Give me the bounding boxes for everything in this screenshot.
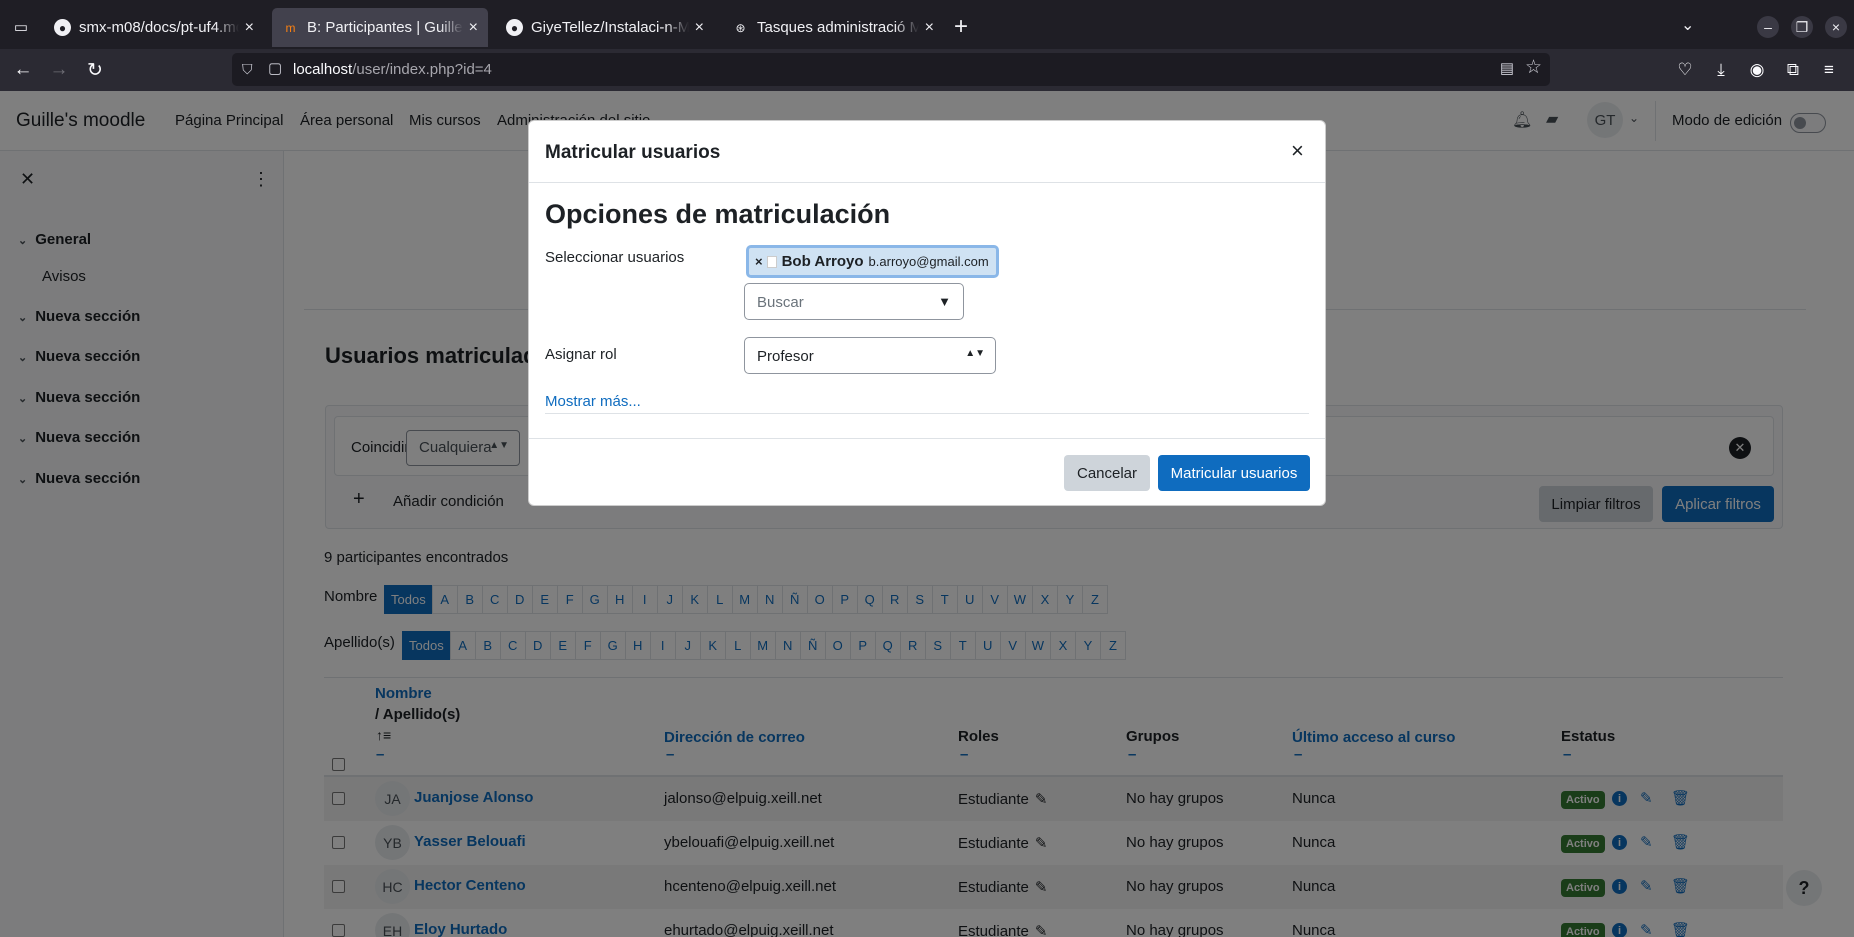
url-path: /user/index.php?id=4 [352,61,492,78]
enrol-options-heading: Opciones de matriculación [545,199,891,229]
menu-icon[interactable]: ≡ [1816,57,1842,83]
extensions-icon[interactable]: ⧉ [1780,57,1806,83]
selected-user-email: b.arroyo@gmail.com [868,254,989,269]
browser-nav-bar: ← → ↻ ⛉ ▢ localhost/user/index.php?id=4 … [0,49,1854,91]
show-more-link[interactable]: Mostrar más... [545,393,641,410]
page-icon[interactable]: ▢ [268,59,282,77]
bookmark-star-icon[interactable]: ☆ [1525,56,1542,79]
url-text[interactable]: localhost/user/index.php?id=4 [293,61,492,78]
reload-icon[interactable]: ↻ [82,57,108,83]
url-bar[interactable]: ⛉ ▢ localhost/user/index.php?id=4 ▤ ☆ [232,53,1550,86]
reader-view-icon[interactable]: ▤ [1500,59,1514,77]
dropdown-arrow-icon[interactable]: ▼ [938,294,951,309]
new-tab-button[interactable]: + [954,14,968,40]
search-placeholder: Buscar [757,294,804,311]
role-value: Profesor [757,348,814,365]
tab-title: B: Participantes | Guille's moodle [307,19,463,36]
modal-header: Matricular usuarios × [529,121,1325,183]
shield-icon[interactable]: ⛉ [242,61,253,78]
github-icon: ● [54,19,71,36]
moodle-icon: m [285,20,296,35]
url-host: localhost [293,61,353,78]
chevron-down-icon[interactable]: ⌄ [1681,15,1694,35]
modal-title: Matricular usuarios [545,142,721,163]
remove-user-icon[interactable]: × [755,254,763,269]
close-window-icon[interactable]: × [1825,16,1847,38]
github-icon: ● [506,19,523,36]
forward-icon[interactable]: → [46,57,72,83]
chatgpt-icon: ⊛ [735,20,746,35]
browser-tab-2[interactable]: m B: Participantes | Guille's moodle × [272,8,488,47]
minimize-icon[interactable]: – [1757,16,1779,38]
enrol-users-modal: Matricular usuarios × Opciones de matric… [528,120,1326,506]
user-picture-icon [766,255,777,268]
close-tab-icon[interactable]: × [245,19,254,37]
back-icon[interactable]: ← [10,57,36,83]
browser-tab-bar: ▭ ● smx-m08/docs/pt-uf4.md × m B: Partic… [0,0,1854,49]
divider [545,413,1309,414]
close-tab-icon[interactable]: × [925,19,934,37]
select-caret-icon: ▲▼ [965,348,985,359]
selected-user-chip[interactable]: × Bob Arroyo b.arroyo@gmail.com [746,245,999,278]
account-icon[interactable]: ◉ [1744,57,1770,83]
tab-title: GiyeTellez/Instalaci-n-Moodle [531,19,689,36]
tab-title: Tasques administració Moodle [757,19,919,36]
modal-footer: Cancelar Matricular usuarios [529,438,1325,505]
close-icon[interactable]: × [1291,138,1304,164]
browser-tab-4[interactable]: ⊛ Tasques administració Moodle × [722,8,944,47]
restore-icon[interactable]: ❐ [1791,16,1813,38]
download-icon[interactable]: ⤓ [1708,57,1734,83]
browser-tab-3[interactable]: ● GiyeTellez/Instalaci-n-Moodle × [496,8,714,47]
cancel-button[interactable]: Cancelar [1064,455,1150,491]
select-users-label: Seleccionar usuarios [545,249,685,266]
selected-user-name: Bob Arroyo [781,253,864,270]
close-tab-icon[interactable]: × [469,19,478,37]
tab-title: smx-m08/docs/pt-uf4.md [79,19,239,36]
role-select[interactable]: Profesor ▲▼ [744,337,996,374]
enrol-users-button[interactable]: Matricular usuarios [1158,455,1310,491]
browser-tab-1[interactable]: ● smx-m08/docs/pt-uf4.md × [44,8,264,47]
close-tab-icon[interactable]: × [695,19,704,37]
pocket-icon[interactable]: ♡ [1672,57,1698,83]
user-search-select[interactable]: Buscar ▼ [744,283,964,320]
assign-role-label: Asignar rol [545,346,617,363]
tab-list-icon[interactable]: ▭ [8,14,34,40]
